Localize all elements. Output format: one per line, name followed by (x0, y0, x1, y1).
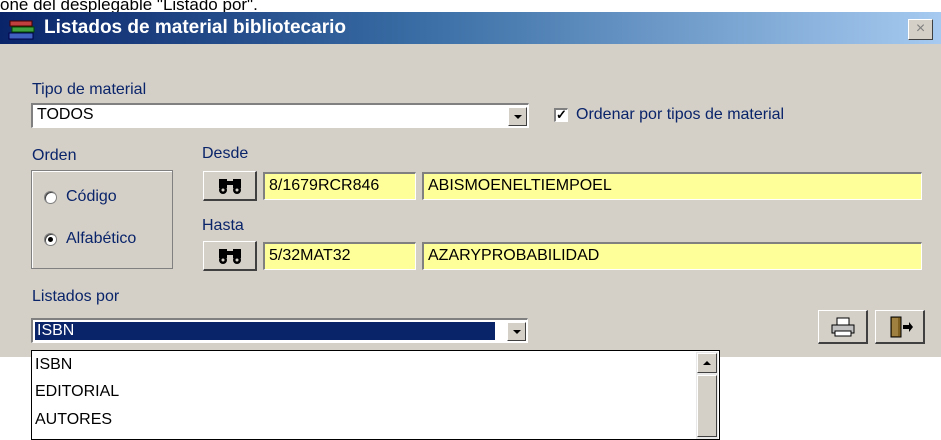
binoculars-icon (217, 177, 243, 200)
radio-alfabetico[interactable] (44, 233, 57, 246)
chevron-down-icon (514, 115, 522, 119)
orden-groupbox (31, 170, 173, 269)
list-item[interactable]: EDITORIAL (35, 383, 119, 401)
radio-alfabetico-label: Alfabético (66, 230, 137, 247)
desde-title-field[interactable]: ABISMOENELTIEMPOEL (422, 172, 922, 200)
tipo-dropdown-button[interactable] (508, 107, 527, 126)
close-icon: × (915, 20, 926, 37)
hasta-title-field[interactable]: AZARYPROBABILIDAD (422, 242, 922, 270)
listados-selected-highlight: ISBN (35, 322, 495, 340)
desde-title-value: ABISMOENELTIEMPOEL (428, 177, 612, 194)
hasta-label: Hasta (202, 217, 244, 234)
scroll-up-button[interactable] (697, 353, 717, 373)
printer-icon (831, 317, 855, 342)
exit-door-icon (889, 316, 913, 343)
listados-value: ISBN (37, 322, 75, 339)
desde-code-value: 8/1679RCR846 (269, 177, 380, 194)
tipo-material-value: TODOS (37, 106, 94, 123)
chevron-down-icon (513, 330, 521, 334)
hasta-title-value: AZARYPROBABILIDAD (428, 247, 600, 264)
binoculars-icon (217, 247, 243, 270)
chevron-up-icon (703, 361, 711, 365)
hasta-search-button[interactable] (203, 241, 257, 271)
radio-selected-dot (48, 237, 53, 242)
check-icon: ✓ (556, 107, 567, 122)
radio-codigo[interactable] (44, 191, 57, 204)
hasta-code-value: 5/32MAT32 (269, 247, 351, 264)
scroll-thumb[interactable] (697, 375, 717, 437)
ordenar-label: Ordenar por tipos de material (576, 106, 785, 123)
radio-codigo-label: Código (66, 188, 117, 205)
window-title: Listados de material bibliotecario (44, 17, 346, 38)
dropdown-scrollbar[interactable] (696, 352, 718, 439)
tipo-material-label: Tipo de material (32, 81, 147, 98)
listados-label: Listados por (32, 288, 120, 305)
print-button[interactable] (818, 310, 868, 344)
desde-label: Desde (202, 145, 249, 162)
hasta-code-field[interactable]: 5/32MAT32 (263, 242, 416, 270)
tipo-material-combobox[interactable]: TODOS (31, 103, 529, 128)
desde-code-field[interactable]: 8/1679RCR846 (263, 172, 416, 200)
listados-dropdown-button[interactable] (507, 322, 526, 341)
orden-label: Orden (32, 147, 77, 164)
list-item[interactable]: ISBN (35, 356, 72, 374)
exit-button[interactable] (875, 310, 925, 344)
list-item[interactable]: AUTORES (35, 411, 112, 429)
listados-combobox[interactable]: ISBN (31, 318, 528, 343)
ordenar-checkbox[interactable]: ✓ (554, 108, 568, 122)
books-icon (8, 19, 36, 41)
close-button[interactable]: × (908, 19, 933, 40)
desde-search-button[interactable] (203, 171, 257, 201)
listados-dropdown-list: ISBN EDITORIAL AUTORES (31, 350, 720, 440)
